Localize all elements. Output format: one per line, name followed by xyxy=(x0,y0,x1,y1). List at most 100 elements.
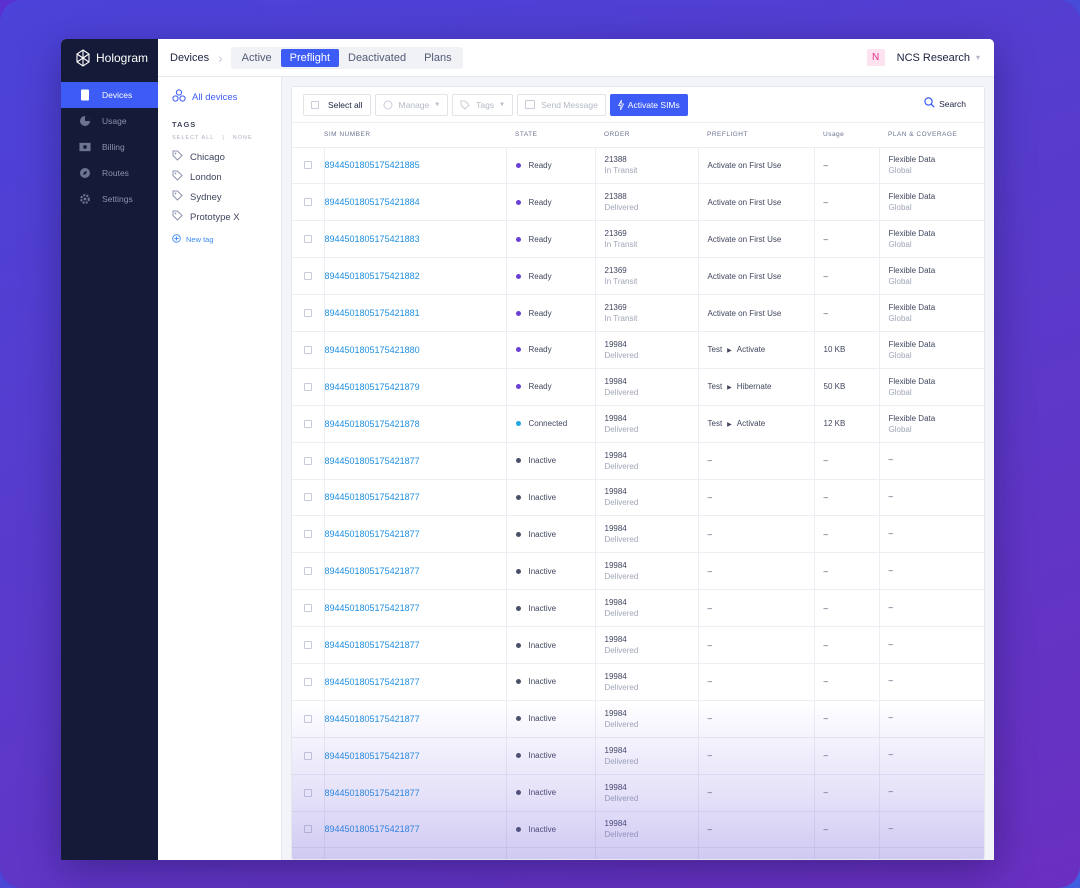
sim-number-link[interactable]: 8944501805175421878 xyxy=(325,419,420,429)
row-checkbox[interactable] xyxy=(304,456,312,465)
table-row[interactable]: 8944501805175421883 Ready 21369 In Transit A… xyxy=(292,220,984,259)
sim-number-link[interactable]: 8944501805175421877 xyxy=(325,566,420,576)
brand-name: Hologram xyxy=(96,51,149,65)
sim-number-link[interactable]: 8944501805175421884 xyxy=(325,197,420,207)
row-checkbox[interactable] xyxy=(304,235,312,244)
sim-number-link[interactable]: 8944501805175421877 xyxy=(325,677,420,687)
tab-plans[interactable]: Plans xyxy=(415,49,461,67)
tag-item[interactable]: Prototype X xyxy=(172,207,281,227)
table-row[interactable]: 8944501805175421882 Ready 21369 In Transit A… xyxy=(292,257,984,296)
tab-deactivated[interactable]: Deactivated xyxy=(339,49,415,67)
table-row[interactable]: 8944501805175421879 Ready 19984 Delivered Te… xyxy=(292,368,984,406)
row-checkbox[interactable] xyxy=(304,309,312,317)
tag-item[interactable]: Chicago xyxy=(172,147,281,167)
sim-number-link[interactable]: 8944501805175421877 xyxy=(325,824,420,834)
sidebar-item-billing[interactable]: Billing xyxy=(61,134,158,160)
table-row[interactable]: 8944501805175421877 Inactive 19984 Delivere… xyxy=(292,589,984,628)
row-checkbox[interactable] xyxy=(304,677,312,686)
tab-active[interactable]: Active xyxy=(233,49,281,67)
sim-number-link[interactable]: 8944501805175421877 xyxy=(325,751,420,761)
row-checkbox[interactable] xyxy=(304,714,312,723)
tag-item[interactable]: Sydney xyxy=(172,187,281,207)
sim-cell: 8944501805175421879 xyxy=(324,368,507,406)
sim-number-link[interactable]: 8944501805175421882 xyxy=(325,271,420,281)
table-row[interactable]: 19984 xyxy=(292,847,984,859)
order-number: 21388 xyxy=(604,155,627,165)
table-row[interactable]: 8944501805175421877 Inactive 19984 Delivere… xyxy=(292,737,984,775)
table-row[interactable]: 8944501805175421878 Connected 19984 Deliver… xyxy=(292,405,984,443)
select-all-checkbox[interactable] xyxy=(311,100,319,109)
sim-number-link[interactable]: 8944501805175421877 xyxy=(325,640,420,650)
sim-number-link[interactable]: 8944501805175421877 xyxy=(325,603,420,613)
header-plan-coverage[interactable]: PLAN & COVERAGE xyxy=(879,123,984,148)
row-checkbox[interactable] xyxy=(304,788,312,797)
plan-cell: – xyxy=(879,811,984,849)
sidebar-item-devices[interactable]: Devices xyxy=(61,82,158,108)
table-row[interactable]: 8944501805175421884 Ready 21388 Delivered Ac… xyxy=(292,183,984,222)
row-checkbox[interactable] xyxy=(304,161,312,170)
table-row[interactable]: 8944501805175421877 Inactive 19984 Delivere… xyxy=(292,442,984,480)
sim-number-link[interactable]: 8944501805175421877 xyxy=(325,714,420,724)
row-checkbox[interactable] xyxy=(304,345,312,354)
row-checkbox[interactable] xyxy=(304,567,312,576)
sim-number-link[interactable]: 8944501805175421881 xyxy=(325,308,420,318)
row-checkbox[interactable] xyxy=(304,272,312,281)
header-sim-number[interactable]: SIM NUMBER xyxy=(324,123,506,148)
row-checkbox[interactable] xyxy=(304,825,312,834)
all-devices-link[interactable]: All devices xyxy=(172,89,281,106)
sim-number-link[interactable]: 8944501805175421877 xyxy=(325,529,420,539)
send-message-label: Send Message xyxy=(541,99,598,110)
toolbar: Select all Manage ▼ Tags ▼ Send Message xyxy=(292,87,984,123)
row-checkbox[interactable] xyxy=(304,198,312,207)
table-row[interactable]: 8944501805175421877 Inactive 19984 Delivere… xyxy=(292,811,984,849)
row-checkbox[interactable] xyxy=(304,604,312,613)
tab-preflight[interactable]: Preflight xyxy=(280,48,339,67)
sidebar-item-routes[interactable]: Routes xyxy=(61,160,158,186)
table-row[interactable]: 8944501805175421877 Inactive 19984 Delivere… xyxy=(292,626,984,664)
sim-number-link[interactable]: 8944501805175421879 xyxy=(325,382,420,392)
select-all-tags-link[interactable]: SELECT ALL xyxy=(172,135,214,141)
sim-number-link[interactable]: 8944501805175421877 xyxy=(325,492,420,502)
header-preflight[interactable]: PREFLIGHT xyxy=(698,123,814,148)
table-row[interactable]: 8944501805175421877 Inactive 19984 Delivere… xyxy=(292,552,984,591)
new-tag-button[interactable]: New tag xyxy=(172,234,281,245)
manage-button[interactable]: Manage ▼ xyxy=(374,93,449,116)
sim-number-link[interactable]: 8944501805175421880 xyxy=(325,345,420,355)
order-number: 19984 xyxy=(604,671,627,681)
table-row[interactable]: 8944501805175421877 Inactive 19984 Delivere… xyxy=(292,515,984,554)
tags-button[interactable]: Tags ▼ xyxy=(452,93,514,116)
activate-sims-button[interactable]: Activate SIMs xyxy=(609,93,688,116)
row-checkbox[interactable] xyxy=(304,641,312,650)
sidebar-item-usage[interactable]: Usage xyxy=(61,108,158,134)
select-all-button[interactable]: Select all xyxy=(303,93,371,116)
sim-number-link[interactable]: 8944501805175421885 xyxy=(325,160,420,170)
table-row[interactable]: 8944501805175421881 Ready 21369 In Transit A… xyxy=(292,294,984,332)
sim-number-link[interactable]: 8944501805175421883 xyxy=(325,234,420,244)
sim-number-link[interactable]: 8944501805175421877 xyxy=(325,456,420,466)
table-row[interactable]: 8944501805175421877 Inactive 19984 Delivere… xyxy=(292,663,984,701)
header-usage[interactable]: Usage xyxy=(814,123,879,148)
header-order[interactable]: ORDER xyxy=(595,123,698,148)
row-checkbox[interactable] xyxy=(304,493,312,502)
row-checkbox[interactable] xyxy=(304,382,312,391)
table-row[interactable]: 8944501805175421877 Inactive 19984 Delivere… xyxy=(292,774,984,812)
tag-item[interactable]: London xyxy=(172,167,281,187)
search-button[interactable]: Search xyxy=(924,97,966,110)
row-checkbox[interactable] xyxy=(304,419,312,428)
table-row[interactable]: 8944501805175421877 Inactive 19984 Delivere… xyxy=(292,479,984,517)
table-row[interactable]: 8944501805175421880 Ready 19984 Delivered Te… xyxy=(292,331,984,369)
select-none-tags-link[interactable]: NONE xyxy=(233,135,253,141)
header-state[interactable]: STATE xyxy=(506,123,595,148)
table-row[interactable]: 8944501805175421885 Ready 21388 In Transit A… xyxy=(292,147,984,185)
preflight-mode: – xyxy=(707,603,712,613)
state-cell: Ready xyxy=(506,331,596,369)
sim-number-link[interactable]: 8944501805175421877 xyxy=(325,788,420,798)
sidebar-item-settings[interactable]: Settings xyxy=(61,186,158,212)
row-checkbox[interactable] xyxy=(304,751,312,760)
order-status: Delivered xyxy=(604,535,639,545)
table-row[interactable]: 8944501805175421877 Inactive 19984 Delivere… xyxy=(292,700,984,738)
send-message-button[interactable]: Send Message xyxy=(517,93,606,116)
row-checkbox[interactable] xyxy=(304,530,312,539)
order-cell: 21369 In Transit xyxy=(595,294,699,332)
org-switcher[interactable]: N NCS Research ▾ xyxy=(866,49,980,66)
